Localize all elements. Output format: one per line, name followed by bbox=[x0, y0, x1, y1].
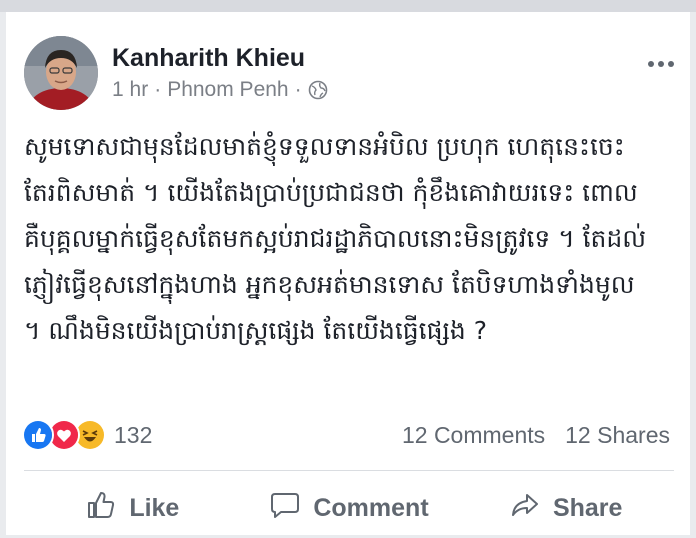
action-bar: Like Comment Share bbox=[24, 478, 674, 538]
top-strip bbox=[0, 0, 696, 12]
post-card: Kanharith Khieu 1 hr · Phnom Penh · សូមទ… bbox=[6, 12, 690, 535]
meta-separator: · bbox=[154, 78, 162, 101]
more-options-icon[interactable] bbox=[646, 56, 676, 67]
share-count[interactable]: 12 Shares bbox=[565, 422, 670, 449]
reaction-summary[interactable]: 132 bbox=[22, 419, 152, 451]
author-name[interactable]: Kanharith Khieu bbox=[112, 44, 305, 73]
post-text: សូមទោសជាមុនដែលមាត់ខ្ញុំទទួលទានអំបិល ប្រហ… bbox=[24, 124, 674, 354]
post-text-line: គឺបុគ្គលម្នាក់ធ្វើខុសតែមកស្អប់រាជរដ្ឋាភិ… bbox=[24, 224, 647, 253]
reaction-count: 132 bbox=[114, 421, 153, 448]
post-location[interactable]: Phnom Penh bbox=[167, 78, 288, 102]
comment-label: Comment bbox=[313, 493, 429, 522]
globe-icon bbox=[308, 80, 328, 100]
share-icon bbox=[509, 489, 541, 528]
post-meta: 1 hr · Phnom Penh · bbox=[112, 78, 328, 102]
comment-button[interactable]: Comment bbox=[241, 478, 458, 538]
thumbs-up-icon bbox=[85, 489, 117, 528]
avatar-image bbox=[24, 36, 98, 110]
share-label: Share bbox=[552, 493, 623, 522]
comment-count[interactable]: 12 Comments bbox=[402, 422, 545, 449]
comment-icon bbox=[269, 489, 301, 528]
post-text-line: ភ្ញៀវធ្វើខុសនៅក្នុងហាង អ្នកខុសអត់មានទោស … bbox=[24, 270, 635, 299]
avatar[interactable] bbox=[24, 36, 98, 110]
like-label: Like bbox=[129, 493, 180, 522]
engagement-counts: 12 Comments 12 Shares bbox=[402, 422, 670, 449]
post-text-line: តែរពិសមាត់ ។ យើងតែងប្រាប់ប្រជាជនថា កុំខឹ… bbox=[24, 178, 638, 207]
divider bbox=[24, 470, 674, 471]
post-time[interactable]: 1 hr bbox=[112, 78, 148, 102]
post-text-line: សូមទោសជាមុនដែលមាត់ខ្ញុំទទួលទានអំបិល ប្រហ… bbox=[24, 132, 625, 161]
meta-separator-2: · bbox=[294, 78, 302, 101]
like-reaction-icon bbox=[22, 419, 54, 451]
post-text-line: ។ ណឹងមិនយើងប្រាប់រាស្ត្រផ្សេង តែយើងធ្វើផ… bbox=[24, 316, 488, 345]
share-button[interactable]: Share bbox=[457, 478, 674, 538]
like-button[interactable]: Like bbox=[24, 478, 241, 538]
